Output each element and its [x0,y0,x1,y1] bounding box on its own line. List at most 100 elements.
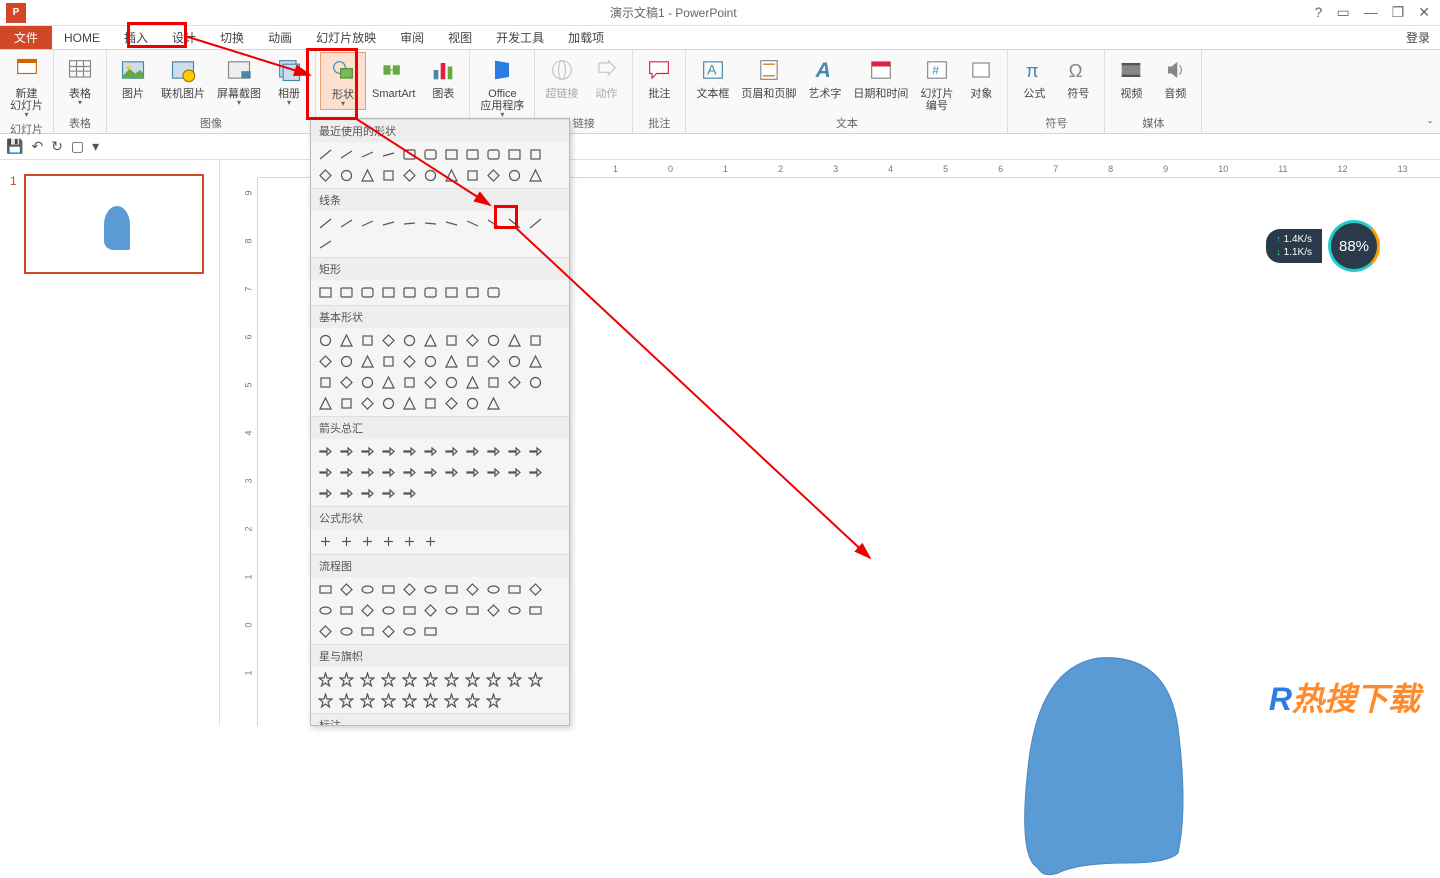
shape-option[interactable] [337,484,356,503]
shape-option[interactable] [484,352,503,371]
screenshot-button[interactable]: 屏幕截图▾ [211,52,267,108]
shape-option[interactable] [358,463,377,482]
maximize-icon[interactable]: ❐ [1392,4,1405,21]
close-icon[interactable]: ✕ [1418,4,1430,21]
shape-option[interactable] [526,352,545,371]
shape-option[interactable] [442,214,461,233]
shape-option[interactable] [316,691,335,710]
shape-option[interactable] [379,145,398,164]
shape-option[interactable] [505,670,524,689]
shape-option[interactable] [421,373,440,392]
shape-option[interactable] [400,166,419,185]
tab-home[interactable]: HOME [52,26,112,49]
shape-option[interactable] [316,235,335,254]
shape-option[interactable] [400,352,419,371]
tab-review[interactable]: 审阅 [388,26,436,49]
shape-option[interactable] [463,283,482,302]
shape-option[interactable] [421,145,440,164]
shape-option[interactable] [379,214,398,233]
tab-design[interactable]: 设计 [160,26,208,49]
shape-option[interactable] [484,670,503,689]
new-slide-button[interactable]: 新建 幻灯片 ▾ [4,52,49,120]
symbol-button[interactable]: Ω符号 [1056,52,1100,102]
shape-option[interactable] [316,484,335,503]
shape-option[interactable] [358,532,377,551]
chart-button[interactable]: 图表 [421,52,465,102]
slide-thumbnail-1[interactable] [24,174,204,274]
shape-option[interactable] [358,484,377,503]
shape-option[interactable] [505,580,524,599]
shape-option[interactable] [526,373,545,392]
shape-option[interactable] [421,532,440,551]
shape-option[interactable] [463,463,482,482]
shape-option[interactable] [484,442,503,461]
shape-option[interactable] [463,331,482,350]
shape-option[interactable] [400,691,419,710]
shape-option[interactable] [337,394,356,413]
shape-option[interactable] [358,352,377,371]
shape-option[interactable] [484,691,503,710]
ribbon-collapse-icon[interactable]: ˇ [1420,50,1440,133]
shape-option[interactable] [316,214,335,233]
shape-option[interactable] [463,145,482,164]
shape-option[interactable] [421,691,440,710]
shape-option[interactable] [358,145,377,164]
shape-option[interactable] [526,166,545,185]
audio-button[interactable]: 音频 [1153,52,1197,102]
shape-option[interactable] [421,670,440,689]
shape-option[interactable] [337,670,356,689]
shape-option[interactable] [505,214,524,233]
hyperlink-button[interactable]: 超链接 [539,52,584,102]
freeform-shape[interactable] [1008,648,1198,878]
shape-option[interactable] [316,145,335,164]
shape-option[interactable] [463,442,482,461]
shape-option[interactable] [337,691,356,710]
shape-option[interactable] [316,670,335,689]
shape-option[interactable] [316,532,335,551]
start-from-beginning-icon[interactable]: ▢ [71,138,84,155]
shape-option[interactable] [316,601,335,620]
shape-option[interactable] [526,331,545,350]
shape-option[interactable] [337,352,356,371]
shape-option[interactable] [400,394,419,413]
shape-option[interactable] [337,145,356,164]
shape-option[interactable] [505,166,524,185]
shape-option[interactable] [526,214,545,233]
tab-view[interactable]: 视图 [436,26,484,49]
shape-option[interactable] [379,670,398,689]
shape-option[interactable] [358,622,377,641]
shape-option[interactable] [337,283,356,302]
photo-album-button[interactable]: 相册▾ [267,52,311,108]
shape-option[interactable] [463,580,482,599]
shape-option[interactable] [442,331,461,350]
save-icon[interactable]: 💾 [6,138,23,155]
shape-option[interactable] [442,691,461,710]
shape-option[interactable] [358,442,377,461]
shape-option[interactable] [400,463,419,482]
tab-developer[interactable]: 开发工具 [484,26,556,49]
shape-option[interactable] [358,670,377,689]
shape-option[interactable] [526,580,545,599]
shape-option[interactable] [379,283,398,302]
shape-option[interactable] [442,463,461,482]
shape-option[interactable] [358,373,377,392]
shape-option[interactable] [316,394,335,413]
help-icon[interactable]: ? [1315,4,1323,21]
shape-option[interactable] [442,670,461,689]
shape-option[interactable] [484,166,503,185]
shape-option[interactable] [421,463,440,482]
shape-option[interactable] [316,622,335,641]
shape-option[interactable] [358,166,377,185]
minimize-icon[interactable]: — [1364,4,1378,21]
shape-option[interactable] [337,166,356,185]
shape-option[interactable] [379,484,398,503]
tab-insert[interactable]: 插入 [112,26,160,49]
shape-option[interactable] [505,352,524,371]
shape-option[interactable] [463,601,482,620]
shape-option[interactable] [379,691,398,710]
shape-option[interactable] [379,166,398,185]
shape-option[interactable] [463,691,482,710]
shape-option[interactable] [463,670,482,689]
pictures-button[interactable]: 图片 [111,52,155,102]
shape-option[interactable] [358,331,377,350]
